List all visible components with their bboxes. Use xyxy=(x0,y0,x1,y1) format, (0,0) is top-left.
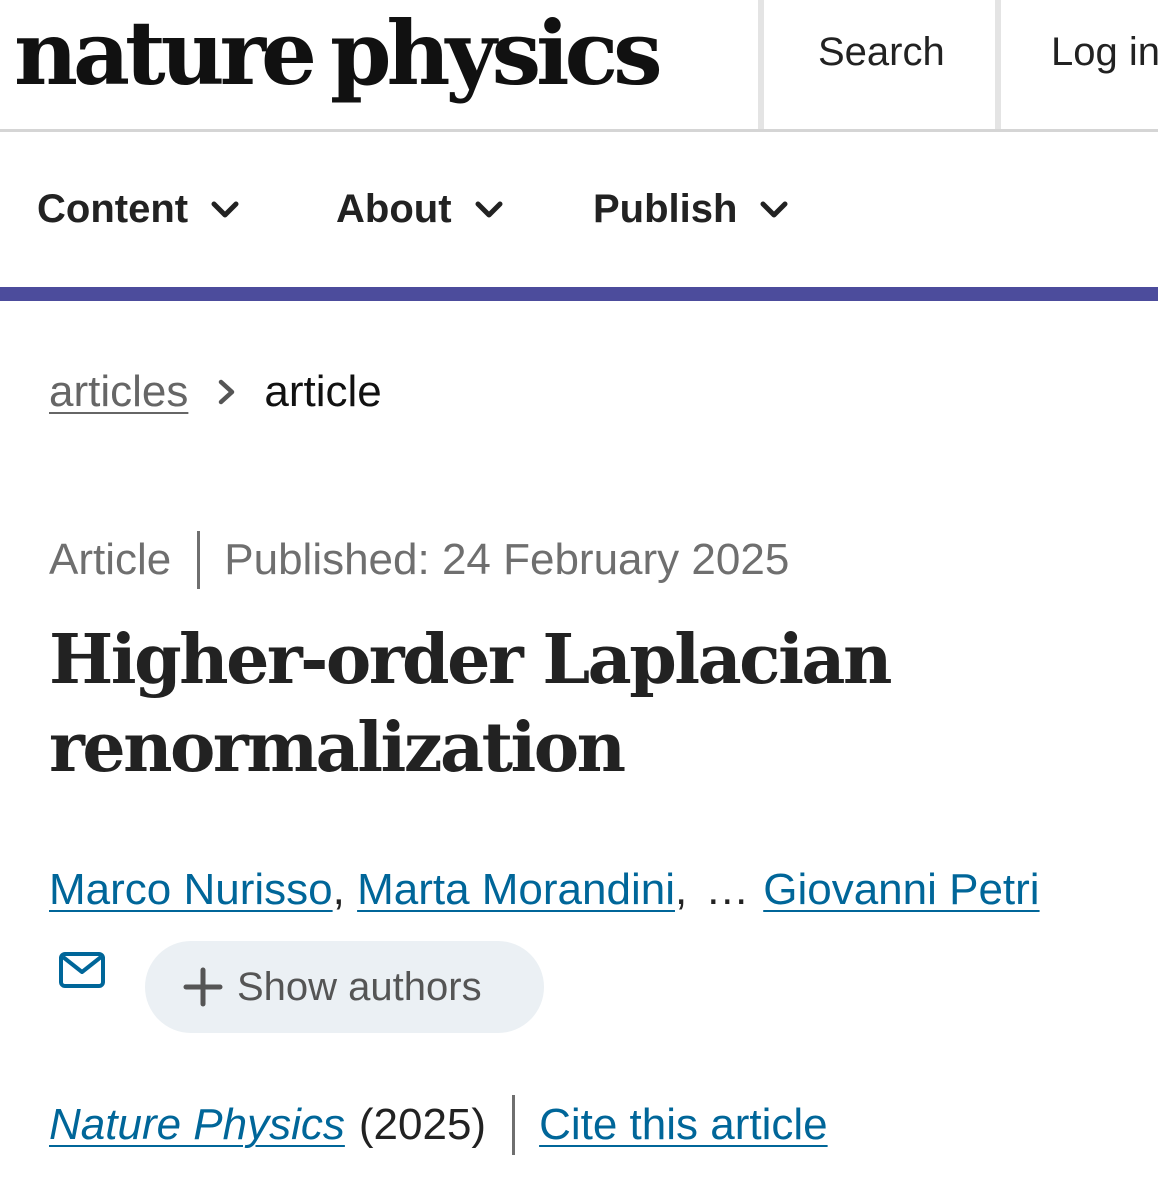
journal-logo[interactable]: nature physics xyxy=(14,0,663,108)
chevron-down-icon xyxy=(760,201,788,217)
chevron-right-icon xyxy=(219,379,235,405)
author-separator: , xyxy=(674,865,688,914)
nav-content-label: Content xyxy=(37,187,189,231)
published-date: Published: 24 February 2025 xyxy=(224,535,790,584)
title-line-2: renormalization xyxy=(49,708,626,788)
site-header: nature physics Search Log in xyxy=(0,0,1158,132)
nav-publish[interactable]: Publish xyxy=(593,132,789,287)
nav-accent-bar xyxy=(0,287,1158,301)
main-nav: Content About Publish xyxy=(0,132,1158,287)
plus-icon xyxy=(183,967,223,1007)
author-separator: , xyxy=(332,865,358,914)
search-button[interactable]: Search xyxy=(758,0,998,129)
article-title: Higher-order Laplacian renormalization xyxy=(49,616,1109,792)
login-button[interactable]: Log in xyxy=(995,0,1158,129)
article-type: Article xyxy=(49,535,172,584)
show-authors-label: Show authors xyxy=(237,964,482,1009)
author-link[interactable]: Giovanni Petri xyxy=(763,865,1039,915)
chevron-down-icon xyxy=(211,201,239,217)
citation-divider xyxy=(512,1095,516,1155)
citation-line: Nature Physics (2025) Cite this article xyxy=(49,1094,828,1156)
search-label: Search xyxy=(818,30,945,74)
login-label: Log in xyxy=(1051,30,1158,74)
breadcrumb-current: article xyxy=(264,367,382,416)
author-list: Marco Nurisso, Marta Morandini, … Giovan… xyxy=(49,860,1040,920)
journal-year: (2025) xyxy=(358,1100,487,1149)
author-link[interactable]: Marta Morandini xyxy=(357,865,675,915)
breadcrumb-articles-link[interactable]: articles xyxy=(49,367,188,417)
breadcrumb: articles article xyxy=(49,362,382,422)
author-link[interactable]: Marco Nurisso xyxy=(49,865,333,915)
show-authors-button[interactable]: Show authors xyxy=(145,941,544,1033)
nav-content[interactable]: Content xyxy=(37,132,240,287)
meta-divider xyxy=(197,531,201,589)
authors-ellipsis: … xyxy=(705,865,750,914)
logo-word-nature: nature xyxy=(14,1,317,105)
journal-link[interactable]: Nature Physics xyxy=(49,1100,345,1150)
nav-about-label: About xyxy=(336,187,452,231)
cite-article-link[interactable]: Cite this article xyxy=(539,1100,828,1150)
mail-icon[interactable] xyxy=(58,950,106,990)
nav-publish-label: Publish xyxy=(593,187,738,231)
logo-word-physics: physics xyxy=(329,1,663,105)
chevron-down-icon xyxy=(475,201,503,217)
nav-about[interactable]: About xyxy=(336,132,504,287)
title-line-1: Higher-order Laplacian xyxy=(49,620,892,700)
article-meta: Article Published: 24 February 2025 xyxy=(49,530,789,590)
